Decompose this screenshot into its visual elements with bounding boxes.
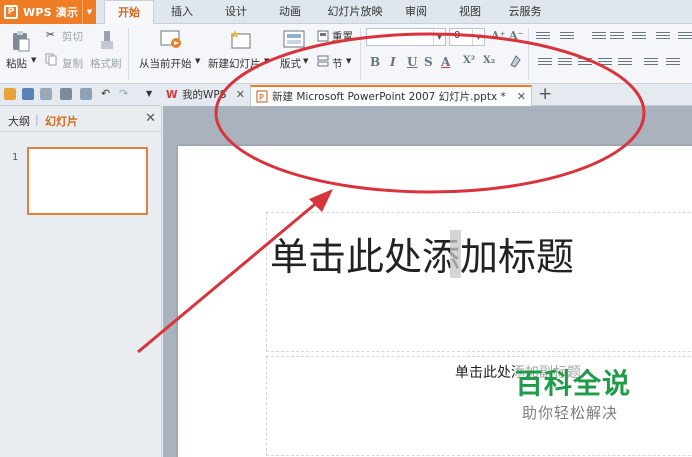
watermark-subtitle: 助你轻松解决 <box>522 404 619 422</box>
doc-tab-label: 新建 Microsoft PowerPoint 2007 幻灯片.pptx * <box>272 91 506 103</box>
pptx-file-icon: P <box>256 90 268 103</box>
numbered-list-icon[interactable] <box>560 32 574 43</box>
print-preview-icon[interactable] <box>80 88 92 100</box>
wps-logo-icon: P <box>4 5 18 19</box>
tab-insert[interactable]: 插入 <box>160 0 204 24</box>
align-text-icon[interactable] <box>678 32 692 43</box>
wps-w-icon: W <box>166 89 178 101</box>
doc-tab-active[interactable]: P 新建 Microsoft PowerPoint 2007 幻灯片.pptx … <box>250 85 532 106</box>
tab-slides[interactable]: 幻灯片 <box>45 113 78 129</box>
reset-icon[interactable] <box>317 30 329 42</box>
bullet-list-icon[interactable] <box>536 32 550 43</box>
tab-animation[interactable]: 动画 <box>268 0 312 24</box>
reset-button[interactable]: 重置 <box>332 29 353 44</box>
text-cursor <box>450 230 461 278</box>
print-icon[interactable] <box>60 88 72 100</box>
paste-icon[interactable] <box>11 30 31 52</box>
undo-icon[interactable]: ↶ <box>101 87 110 100</box>
clear-format-icon[interactable] <box>508 54 522 68</box>
save-icon[interactable] <box>22 88 34 100</box>
app-menu-button[interactable]: P WPS 演示 ▼ <box>0 0 96 24</box>
line-spacing-icon[interactable] <box>644 58 658 69</box>
doc-tab-label: 我的WPS <box>182 89 227 101</box>
tab-view[interactable]: 视图 <box>448 0 492 24</box>
add-tab-icon[interactable]: + <box>538 84 552 104</box>
redo-icon[interactable]: ↷ <box>119 87 128 100</box>
justify-icon[interactable] <box>598 58 612 69</box>
section-button[interactable]: 节 <box>332 56 343 71</box>
close-icon[interactable]: ✕ <box>145 111 156 126</box>
scissors-icon[interactable]: ✂ <box>46 29 55 41</box>
text-direction-icon[interactable] <box>656 32 670 43</box>
app-name: WPS 演示 <box>23 6 79 19</box>
increase-indent-icon[interactable] <box>610 32 624 43</box>
brush-icon[interactable] <box>96 29 118 51</box>
copy-icon[interactable] <box>45 53 57 66</box>
tab-home[interactable]: 开始 <box>104 0 154 25</box>
layout-icon[interactable] <box>283 29 305 51</box>
new-slide-icon[interactable] <box>229 29 253 51</box>
font-size-select[interactable]: 0 ▼ <box>449 28 485 46</box>
decrease-indent-icon[interactable] <box>592 32 606 43</box>
shrink-font-button[interactable]: A⁻ <box>509 29 523 42</box>
paragraph-spacing-icon[interactable] <box>666 58 680 69</box>
distribute-icon[interactable] <box>618 58 632 69</box>
quick-access-toolbar: ↶ ↷ ▼ W 我的WPS ✕ P 新建 Microsoft PowerPoin… <box>0 84 692 106</box>
from-current-button[interactable]: 从当前开始 <box>139 56 192 71</box>
align-right-icon[interactable] <box>578 58 592 69</box>
cut-button[interactable]: 剪切 <box>62 29 83 44</box>
slideshow-icon[interactable] <box>159 29 183 51</box>
chevron-down-icon[interactable]: ▼ <box>195 57 200 65</box>
title-label: 单击此处添加标题 <box>270 235 575 279</box>
slides-pane: 大纲 | 幻灯片 ✕ 1 <box>0 106 162 457</box>
chevron-down-icon[interactable]: ▼ <box>146 89 152 98</box>
bold-button[interactable]: B <box>370 55 380 69</box>
menu-bar: P WPS 演示 ▼ 开始 插入 设计 动画 幻灯片放映 审阅 视图 云服务 <box>0 0 692 25</box>
pane-header: 大纲 | 幻灯片 ✕ <box>0 106 162 132</box>
tab-cloud[interactable]: 云服务 <box>502 0 548 24</box>
ribbon: 粘贴 ▼ ✂ 剪切 复制 格式刷 从当前开始 ▼ 新建幻灯片 ▼ 版式 ▼ 重置… <box>0 24 692 84</box>
open-icon[interactable] <box>4 88 16 100</box>
font-color-button[interactable]: A <box>441 55 450 69</box>
strikethrough-button[interactable]: S <box>424 55 433 69</box>
svg-text:P: P <box>259 93 264 102</box>
chevron-down-icon[interactable]: ▼ <box>82 0 96 24</box>
underline-button[interactable]: U <box>407 55 417 69</box>
columns-icon[interactable] <box>632 32 646 43</box>
pane-tab-divider: | <box>35 113 39 126</box>
section-icon[interactable] <box>317 55 329 67</box>
watermark-title: 百科全说 <box>515 362 632 402</box>
slide-number: 1 <box>12 152 19 163</box>
close-icon[interactable]: ✕ <box>517 87 526 107</box>
close-icon[interactable]: ✕ <box>236 85 245 105</box>
tab-slideshow[interactable]: 幻灯片放映 <box>322 0 388 24</box>
chevron-down-icon[interactable]: ▼ <box>264 57 269 65</box>
superscript-button[interactable]: X² <box>463 55 475 66</box>
chevron-down-icon[interactable]: ▼ <box>31 56 36 64</box>
new-slide-button[interactable]: 新建幻灯片 <box>208 56 261 71</box>
chevron-down-icon[interactable]: ▼ <box>303 57 308 65</box>
output-pdf-icon[interactable] <box>40 88 52 100</box>
tab-review[interactable]: 审阅 <box>394 0 438 24</box>
layout-button[interactable]: 版式 <box>280 56 301 71</box>
slide-thumbnail[interactable] <box>27 147 148 215</box>
paste-button[interactable]: 粘贴 <box>6 56 27 71</box>
format-painter-button[interactable]: 格式刷 <box>90 56 122 71</box>
copy-button[interactable]: 复制 <box>62 56 83 71</box>
tab-outline[interactable]: 大纲 <box>8 113 30 129</box>
align-center-icon[interactable] <box>558 58 572 69</box>
italic-button[interactable]: I <box>390 55 396 69</box>
subscript-button[interactable]: X₂ <box>483 55 495 66</box>
font-name-select[interactable]: ▼ <box>366 28 446 46</box>
chevron-down-icon[interactable]: ▼ <box>346 57 351 65</box>
title-text: 单击此处添加标题 <box>270 226 574 281</box>
align-left-icon[interactable] <box>538 58 552 69</box>
doc-tab-mywps[interactable]: W 我的WPS ✕ <box>160 85 250 106</box>
tab-design[interactable]: 设计 <box>214 0 258 24</box>
grow-font-button[interactable]: A⁺ <box>491 29 505 42</box>
font-size-value: 0 <box>454 30 461 41</box>
